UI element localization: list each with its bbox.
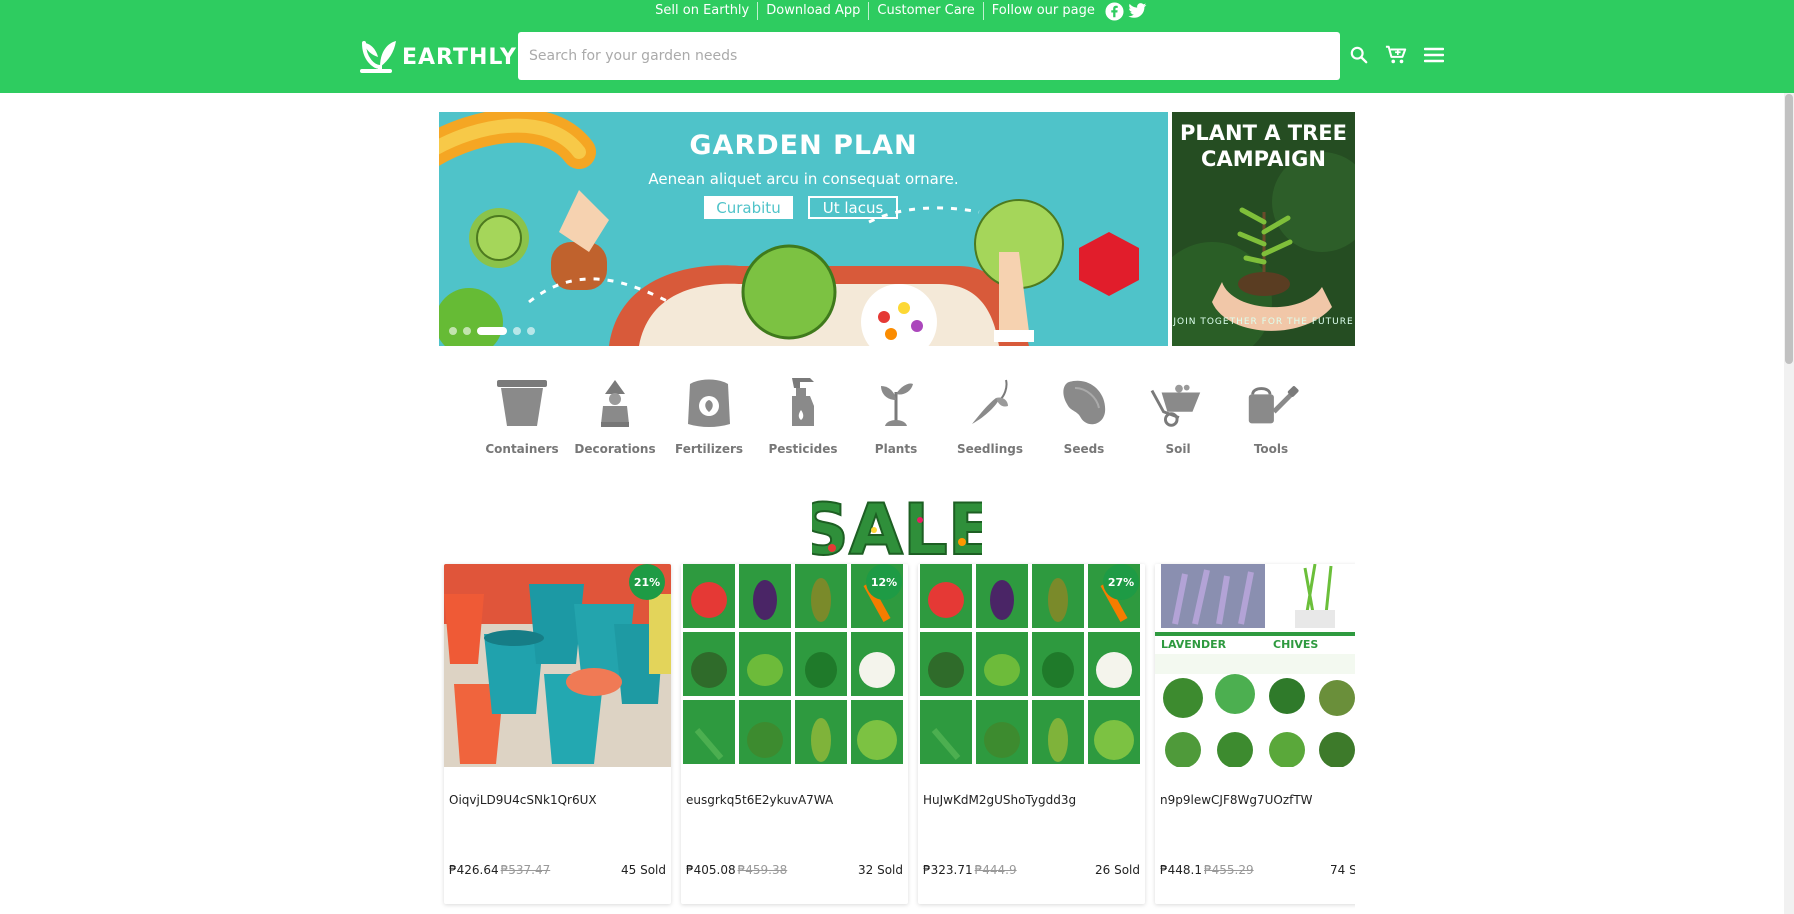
- discount-badge: 12%: [866, 564, 902, 600]
- cart-icon[interactable]: [1385, 44, 1407, 66]
- product-card[interactable]: 12% eusgrkq5t6E2ykuvA7WA ₱405.08 ₱459.38 …: [681, 564, 908, 904]
- original-price: ₱455.29: [1204, 863, 1254, 877]
- product-card[interactable]: 21% OiqvjLD9U4cSNk1Qr6UX ₱426.64 ₱537.47 …: [444, 564, 671, 904]
- svg-text:CHIVES: CHIVES: [1273, 638, 1318, 651]
- sold-count: 26 Sold: [1095, 863, 1140, 877]
- current-price: ₱426.64: [449, 863, 499, 877]
- product-image: LAVENDER CHIVES: [1155, 564, 1355, 767]
- product-image: 27%: [918, 564, 1145, 767]
- discount-badge: 27%: [1103, 564, 1139, 600]
- product-card[interactable]: 27% HuJwKdM2gUShoTygdd3g ₱323.71 ₱444.9 2…: [918, 564, 1145, 904]
- product-image: 12%: [681, 564, 908, 767]
- sold-count: 45 Sold: [621, 863, 666, 877]
- product-image: 21%: [444, 564, 671, 767]
- current-price: ₱405.08: [686, 863, 736, 877]
- discount-badge: 21%: [629, 564, 665, 600]
- current-price: ₱448.1: [1160, 863, 1202, 877]
- original-price: ₱444.9: [974, 863, 1017, 877]
- menu-icon[interactable]: [1423, 44, 1445, 66]
- product-price: ₱426.64 ₱537.47: [449, 863, 550, 877]
- product-carousel: 21% OiqvjLD9U4cSNk1Qr6UX ₱426.64 ₱537.47 …: [439, 0, 1355, 914]
- leaf-logo-icon: [360, 37, 398, 77]
- original-price: ₱459.38: [737, 863, 788, 877]
- sold-count: 74 Sold: [1330, 863, 1355, 877]
- product-name: OiqvjLD9U4cSNk1Qr6UX: [449, 793, 597, 807]
- product-name: HuJwKdM2gUShoTygdd3g: [923, 793, 1077, 807]
- page-scrollbar-thumb[interactable]: [1785, 94, 1793, 364]
- product-name: n9p9lewCJF8Wg7UOzfTW: [1160, 793, 1313, 807]
- product-card[interactable]: LAVENDER CHIVES n9p9lewCJF8Wg7UOzfTW ₱44…: [1155, 564, 1355, 904]
- product-price: ₱405.08 ₱459.38: [686, 863, 787, 877]
- original-price: ₱537.47: [500, 863, 551, 877]
- svg-text:LAVENDER: LAVENDER: [1161, 638, 1227, 651]
- product-price: ₱323.71 ₱444.9: [923, 863, 1017, 877]
- product-name: eusgrkq5t6E2ykuvA7WA: [686, 793, 834, 807]
- product-price: ₱448.1 ₱455.29: [1160, 863, 1254, 877]
- current-price: ₱323.71: [923, 863, 973, 877]
- sold-count: 32 Sold: [858, 863, 903, 877]
